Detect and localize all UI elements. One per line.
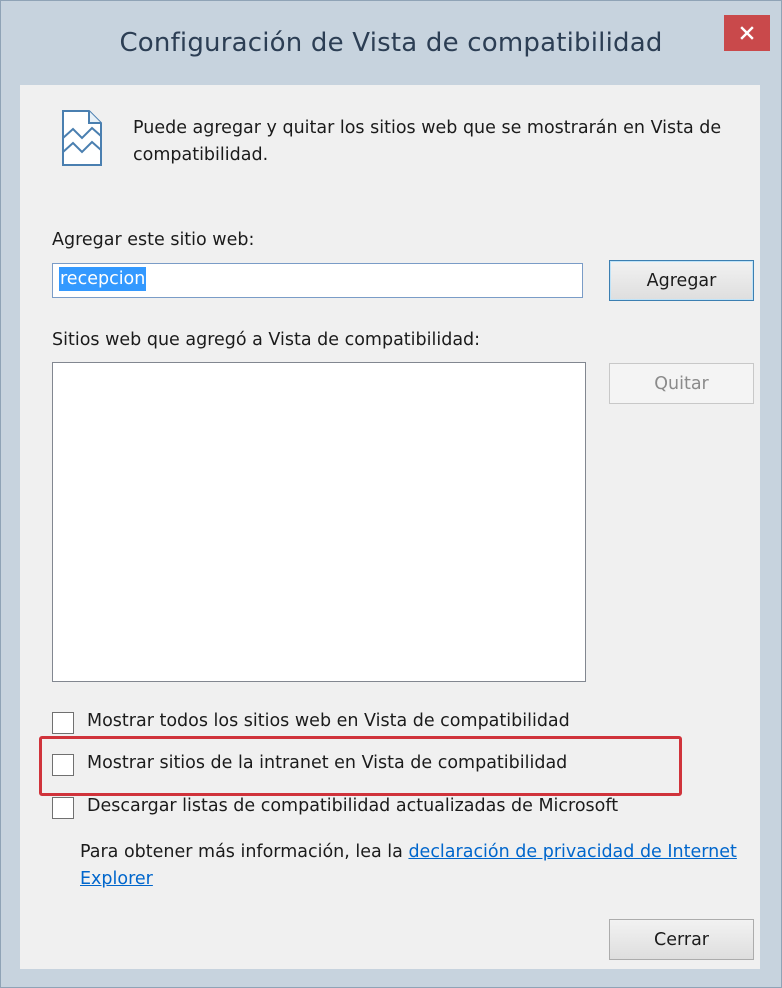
add-site-input[interactable]: recepcion (52, 263, 583, 298)
download-lists-checkbox[interactable] (52, 797, 74, 819)
title-bar[interactable]: Configuración de Vista de compatibilidad (1, 1, 781, 89)
option-label: Mostrar todos los sitios web en Vista de… (87, 711, 570, 731)
added-sites-label: Sitios web que agregó a Vista de compati… (52, 330, 481, 350)
highlight-annotation-box (39, 736, 682, 796)
site-input-value: recepcion (59, 267, 147, 291)
compatibility-view-page-icon (62, 110, 102, 166)
info-text: Puede agregar y quitar los sitios web qu… (133, 118, 722, 165)
more-info-prefix: Para obtener más información, lea la (80, 842, 409, 862)
add-site-label: Agregar este sitio web: (52, 230, 255, 250)
added-sites-list[interactable] (52, 362, 586, 682)
add-button[interactable]: Agregar (609, 260, 754, 301)
option-label: Descargar listas de compatibilidad actua… (87, 796, 619, 816)
dialog-body: Puede agregar y quitar los sitios web qu… (20, 85, 760, 969)
show-all-sites-checkbox[interactable] (52, 712, 74, 734)
close-window-button[interactable] (724, 15, 770, 51)
remove-button[interactable]: Quitar (609, 363, 754, 404)
dialog-window: Configuración de Vista de compatibilidad… (0, 0, 782, 988)
close-icon (740, 26, 754, 40)
close-button[interactable]: Cerrar (609, 919, 754, 960)
more-info-text: Para obtener más información, lea la dec… (80, 839, 740, 893)
window-title: Configuración de Vista de compatibilidad (119, 28, 663, 58)
